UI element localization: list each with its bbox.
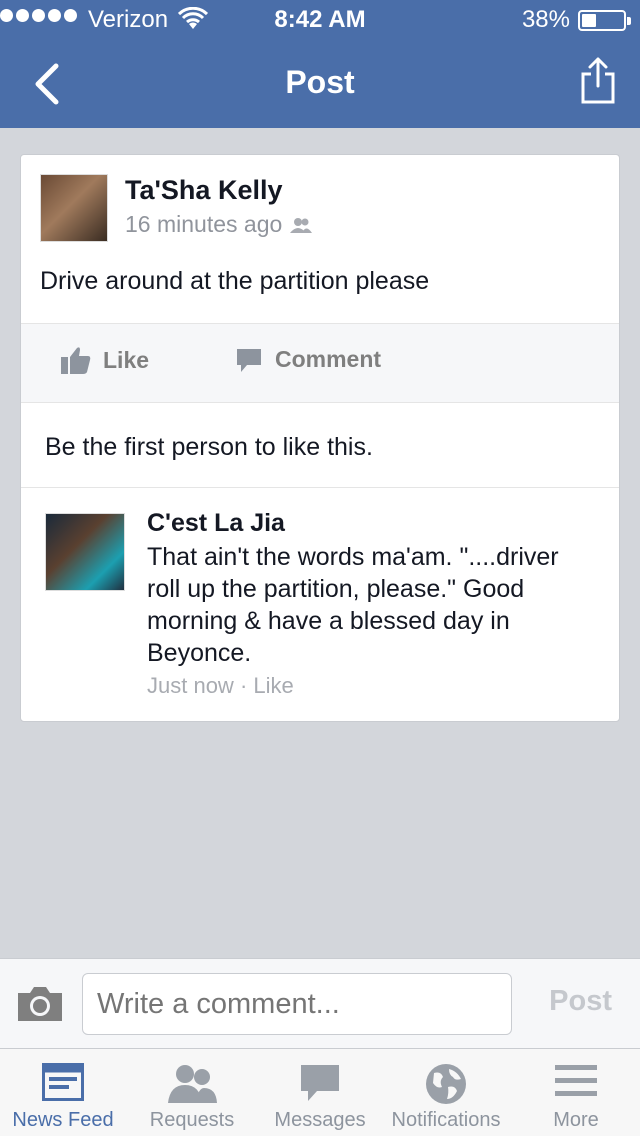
comment-time: Just now [147, 673, 234, 698]
post-time-ago: 16 minutes ago [125, 211, 283, 237]
comment-button[interactable]: Comment [235, 346, 381, 373]
meta-separator: · [239, 673, 248, 698]
likes-summary: Be the first person to like this. [45, 433, 373, 461]
comment-author[interactable]: C'est La Jia [147, 509, 285, 538]
tab-bar: News Feed Requests Messages Notification… [0, 1048, 640, 1136]
requests-icon [168, 1065, 217, 1103]
post-author[interactable]: Ta'Sha Kelly [125, 175, 282, 206]
post-card: Ta'Sha Kelly 16 minutes ago Drive around… [20, 154, 620, 722]
post-comment-button[interactable]: Post [549, 985, 612, 1018]
page-title: Post [285, 64, 355, 100]
like-button[interactable]: Like [61, 346, 149, 374]
like-label: Like [103, 346, 150, 373]
post-actions: Like Comment [21, 323, 619, 403]
comment-avatar[interactable] [45, 513, 125, 591]
top-bar: Verizon 8:42 AM 38% Post [0, 0, 640, 128]
comment-text: That ain't the words ma'am. "....driver … [147, 543, 559, 667]
messages-icon [301, 1065, 339, 1101]
battery-icon [578, 10, 631, 31]
battery-percentage: 38% [521, 6, 570, 33]
comment-label: Comment [275, 346, 382, 372]
tab-news-feed[interactable]: News Feed [0, 1049, 126, 1136]
tab-more[interactable]: More [512, 1049, 640, 1136]
tab-requests[interactable]: Requests [128, 1049, 256, 1136]
status-bar: Verizon 8:42 AM 38% [0, 0, 640, 40]
tab-notifications[interactable]: Notifications [384, 1049, 508, 1136]
tab-label: Messages [274, 1109, 366, 1131]
divider [21, 487, 619, 488]
thumbs-up-icon [61, 347, 91, 374]
comment-composer: Post [0, 958, 640, 1048]
tab-messages[interactable]: Messages [256, 1049, 384, 1136]
share-icon[interactable] [580, 56, 616, 104]
comment-meta: Just now · Like [147, 673, 294, 699]
news-feed-icon [42, 1063, 84, 1101]
friends-icon [290, 217, 313, 233]
comment-like-link[interactable]: Like [253, 673, 293, 698]
tab-label: Requests [149, 1109, 235, 1131]
post-timestamp: 16 minutes ago [125, 211, 313, 238]
globe-icon [426, 1064, 466, 1104]
avatar[interactable] [40, 174, 108, 242]
post-text: Drive around at the partition please [40, 267, 430, 295]
camera-icon[interactable] [16, 985, 64, 1023]
tab-label: More [553, 1109, 599, 1131]
menu-icon [555, 1065, 597, 1096]
comment-input[interactable] [82, 973, 512, 1035]
comment-icon [237, 348, 261, 372]
tab-label: News Feed [12, 1109, 114, 1131]
tab-label: Notifications [391, 1109, 501, 1131]
